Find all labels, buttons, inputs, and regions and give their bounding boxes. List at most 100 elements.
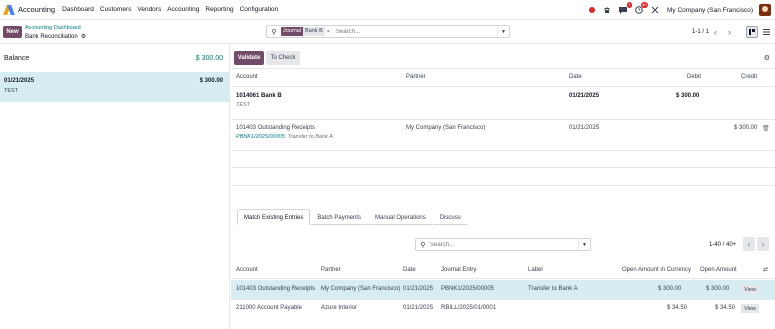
app-logo-icon[interactable] [3,4,15,15]
search-bar[interactable]: ⚲ Journal Bank B × ▼ [266,25,510,38]
col-label: Label [528,267,543,273]
search-icon: ⚲ [420,241,426,249]
tab-batch-payments[interactable]: Batch Payments [310,209,369,225]
breadcrumb-current: Bank Reconciliation ⚙ [25,33,86,41]
tab-match-existing-entries[interactable]: Match Existing Entries [237,209,311,225]
row-open-currency: $ 300.00 [658,286,682,292]
gear-icon[interactable]: ⚙ [764,54,770,62]
col-partner: Partner [321,267,341,273]
search-dropdown-toggle[interactable]: ▼ [497,26,509,37]
chevron-right-icon[interactable]: › [728,27,731,37]
trash-icon[interactable]: 🗑 [762,125,770,132]
chevron-left-icon[interactable]: ‹ [743,237,755,251]
row-account: 211000 Account Payable [236,305,302,311]
divider [231,150,775,151]
row-journal-entry: RBILL/2025/01/0001 [441,305,497,311]
menu-accounting[interactable]: Accounting [167,6,199,13]
tab-discuss[interactable]: Discuss [432,209,468,225]
col-partner: Partner [406,74,426,80]
statement-date: 01/21/2025 [4,78,35,84]
col-date: Date [569,74,582,80]
company-switcher[interactable]: My Company (San Francisco) [667,7,753,14]
search-dropdown-toggle[interactable]: ▼ [578,239,590,250]
list-view-icon[interactable] [760,26,772,38]
activity-badge: 40 [640,2,649,8]
statement-amount: $ 300.00 [199,78,223,84]
menu-dashboard[interactable]: Dashboard [62,6,94,13]
row-journal-entry: PBNK1/2025/00005 [441,286,495,292]
search-input[interactable] [336,28,476,35]
line-account[interactable]: 101403 Outstanding Receipts [236,125,315,131]
statement-label: TEST [4,88,19,94]
menu-vendors[interactable]: Vendors [137,6,161,13]
menu-configuration[interactable]: Configuration [240,6,279,13]
col-credit: Credit [741,74,758,80]
chevron-right-icon[interactable]: › [757,237,769,251]
divider [231,185,775,186]
divider [231,86,775,87]
navbar-systray: 7 40 My Company (San Francisco) [589,0,775,20]
divider [231,299,775,300]
tab-manual-operations[interactable]: Manual Operations [368,209,433,225]
new-button[interactable]: New [3,26,22,38]
kanban-view-icon[interactable] [746,26,758,38]
column-toggle-icon[interactable]: ⇄ [763,266,768,273]
chevron-left-icon[interactable]: ‹ [714,27,717,37]
line-reference[interactable]: PBNK1/2025/00005 [236,134,285,140]
menu-customers[interactable]: Customers [100,6,131,13]
divider [231,119,775,120]
balance-value: $ 300.00 [195,55,223,62]
to-check-button[interactable]: To Check [266,51,300,65]
match-search-input[interactable] [430,241,570,248]
record-indicator-icon[interactable] [589,7,596,13]
line-reference-label: PBNK1/2025/00005: Transfer to Bank A [236,134,333,140]
col-account: Account [236,267,258,273]
balance-label: Balance [4,55,30,62]
line-partner[interactable]: My Company (San Francisco) [406,125,485,131]
control-panel: New Accounting Dashboard Bank Reconcilia… [0,20,775,44]
divider [231,167,775,168]
breadcrumb-parent[interactable]: Accounting Dashboard [25,25,81,31]
statement-line[interactable]: 01/21/2025 $ 300.00 TEST [0,72,229,102]
facet-remove-icon[interactable]: × [327,29,330,35]
col-debit: Debit [687,74,702,80]
col-journal-entry: Journal Entry [441,267,477,273]
col-open-amount: Open Amount [700,267,737,273]
line-label: TEST [236,102,251,108]
user-avatar[interactable] [759,4,771,16]
match-pager[interactable]: 1-40 / 40+ [709,242,736,248]
phone-icon[interactable] [603,6,611,14]
clock-icon[interactable]: 40 [635,2,649,14]
row-open-amount: $ 34.50 [715,305,736,311]
pager[interactable]: 1-1 / 1 [692,29,709,35]
messages-badge: 7 [626,2,633,8]
menu-reporting[interactable]: Reporting [205,6,233,13]
reconciliation-panel: Validate To Check ⚙ Account Partner Date… [231,44,775,329]
divider [231,278,775,279]
row-label: Transfer to Bank A [528,286,578,292]
page-title: Bank Reconciliation [25,33,78,40]
row-date: 01/21/2025 [403,305,434,311]
view-button[interactable]: View [741,285,759,294]
gear-icon[interactable]: ⚙ [81,33,86,40]
match-search-bar[interactable]: ⚲ ▼ [415,238,591,251]
view-button[interactable]: View [741,304,759,313]
row-open-currency: $ 34.50 [667,305,688,311]
balance-row: Balance $ 300.00 [0,52,229,66]
row-date: 01/21/2025 [403,286,434,292]
notebook-tabs: Match Existing Entries Batch Payments Ma… [237,209,468,225]
line-account[interactable]: 1014061 Bank B [236,93,282,99]
divider [231,68,775,69]
facet-value: Bank B [303,27,325,36]
chat-icon[interactable]: 7 [619,2,633,14]
validate-button[interactable]: Validate [234,51,264,65]
row-account: 101403 Outstanding Receipts [236,286,316,292]
col-date: Date [403,267,416,273]
line-label: : Transfer to Bank A [284,134,333,140]
row-partner: Azure Interior [321,305,358,311]
tools-icon[interactable] [651,6,659,14]
journal-facet[interactable]: Journal Bank B × [281,27,330,36]
app-name[interactable]: Accounting [18,5,55,14]
search-icon: ⚲ [271,28,277,36]
line-date: 01/21/2025 [569,93,600,99]
